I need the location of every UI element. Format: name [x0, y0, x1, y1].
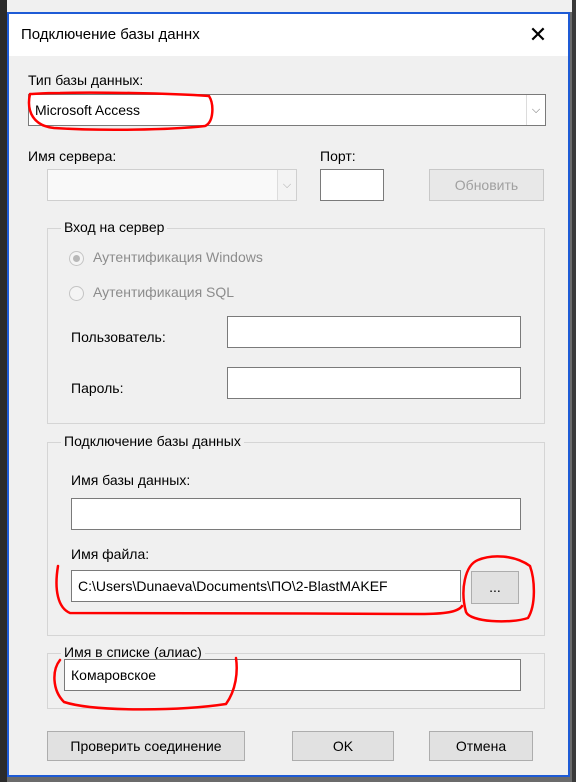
port-label: Порт:	[320, 148, 356, 164]
title-bar: Подключение базы даннх ✕	[9, 14, 568, 56]
chevron-down-icon[interactable]: ⌵	[277, 170, 296, 200]
refresh-button[interactable]: Обновить	[429, 169, 544, 201]
alias-value: Комаровское	[71, 667, 157, 683]
auth-windows-label: Аутентификация Windows	[93, 249, 263, 265]
alias-group-title: Имя в списке (алиас)	[61, 644, 205, 660]
login-group-title: Вход на сервер	[61, 219, 168, 235]
cancel-button[interactable]: Отмена	[429, 731, 533, 761]
db-type-value: Microsoft Access	[35, 102, 141, 118]
password-label: Пароль:	[71, 380, 124, 396]
user-input[interactable]	[227, 316, 521, 348]
password-input[interactable]	[227, 367, 521, 399]
file-name-value: C:\Users\Dunaeva\Documents\ПО\2-BlastMAK…	[78, 578, 388, 594]
check-connection-button[interactable]: Проверить соединение	[47, 731, 245, 761]
auth-windows-radio[interactable]	[69, 251, 84, 266]
db-name-input[interactable]	[71, 498, 521, 530]
chevron-down-icon[interactable]: ⌵	[526, 95, 545, 125]
db-name-label: Имя базы данных:	[71, 472, 191, 488]
db-connection-group-title: Подключение базы данных	[61, 433, 244, 449]
auth-sql-radio[interactable]	[69, 286, 84, 301]
file-name-input[interactable]: C:\Users\Dunaeva\Documents\ПО\2-BlastMAK…	[71, 570, 461, 602]
alias-input[interactable]: Комаровское	[64, 659, 521, 691]
server-name-select[interactable]: ⌵	[47, 169, 297, 201]
db-type-label: Тип базы данных:	[28, 72, 144, 88]
file-name-label: Имя файла:	[71, 546, 150, 562]
port-input[interactable]	[320, 169, 384, 201]
browse-button[interactable]: ...	[471, 571, 519, 604]
user-label: Пользователь:	[71, 329, 166, 345]
ok-button[interactable]: OK	[292, 731, 394, 761]
dialog-title: Подключение базы даннх	[21, 26, 200, 43]
close-icon[interactable]: ✕	[519, 18, 557, 52]
background-window-frame-right	[572, 0, 576, 782]
connection-dialog: Подключение базы даннх ✕ Тип базы данных…	[7, 12, 570, 777]
background-window-frame	[0, 0, 7, 782]
db-type-select[interactable]: Microsoft Access ⌵	[28, 94, 546, 126]
background-window-strip	[0, 0, 576, 12]
auth-sql-label: Аутентификация SQL	[93, 284, 235, 300]
server-name-label: Имя сервера:	[28, 148, 117, 164]
